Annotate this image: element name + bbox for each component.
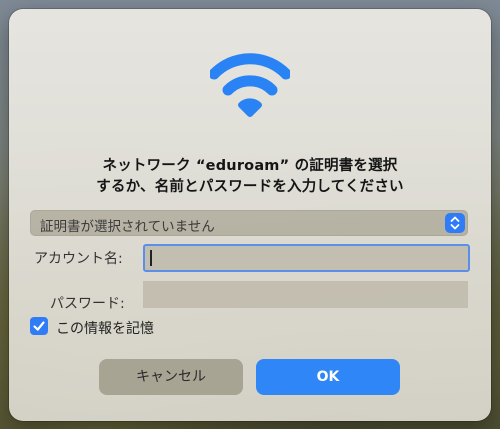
cancel-button[interactable]: キャンセル bbox=[99, 359, 243, 395]
account-name-label: アカウント名: bbox=[34, 251, 123, 267]
network-auth-dialog: ネットワーク “eduroam” の証明書を選択 するか、名前とパスワードを入力… bbox=[9, 9, 491, 421]
certificate-select-value: 証明書が選択されていません bbox=[40, 219, 215, 235]
chevron-up-down-icon[interactable] bbox=[445, 213, 465, 233]
checkmark-icon bbox=[33, 321, 45, 331]
text-caret bbox=[150, 250, 152, 266]
remember-checkbox[interactable] bbox=[30, 317, 48, 335]
account-name-input[interactable] bbox=[143, 244, 470, 272]
remember-checkbox-label[interactable]: この情報を記憶 bbox=[56, 318, 154, 338]
password-label: パスワード: bbox=[50, 296, 125, 312]
dialog-title-line1: ネットワーク “eduroam” の証明書を選択 bbox=[102, 158, 398, 174]
dialog-title-line2: するか、名前とパスワードを入力してください bbox=[96, 179, 404, 195]
wifi-icon bbox=[210, 53, 290, 117]
password-input[interactable] bbox=[143, 281, 468, 308]
certificate-select[interactable]: 証明書が選択されていません bbox=[30, 210, 468, 236]
ok-button[interactable]: OK bbox=[256, 359, 400, 395]
